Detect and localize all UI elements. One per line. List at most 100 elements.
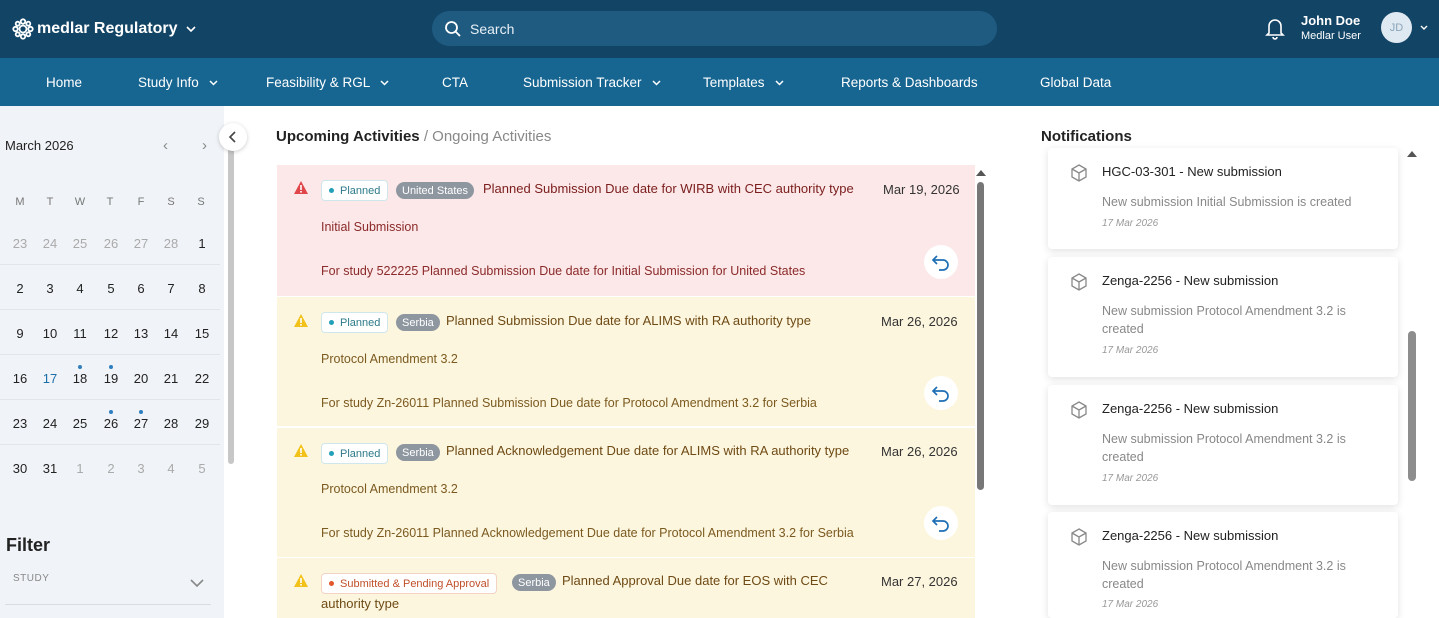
notification-card[interactable]: Zenga-2256 - New submission New submissi…	[1048, 512, 1398, 618]
calendar-day[interactable]: 8	[190, 281, 214, 296]
nav-study-info[interactable]: Study Info	[138, 58, 219, 106]
alert-red-icon	[294, 181, 308, 194]
calendar-day[interactable]: 29	[190, 416, 214, 431]
calendar-next-icon[interactable]: ›	[202, 137, 216, 154]
calendar-day[interactable]: 25	[68, 236, 92, 251]
activity-card[interactable]: Planned United States Planned Submission…	[277, 165, 975, 296]
calendar-day[interactable]: 17	[38, 371, 62, 386]
notification-card[interactable]: Zenga-2256 - New submission New submissi…	[1048, 385, 1398, 505]
calendar-day[interactable]: 26	[99, 236, 123, 251]
calendar-day[interactable]: 23	[8, 236, 32, 251]
notifications-title: Notifications	[1041, 128, 1132, 145]
calendar-day[interactable]: 25	[68, 416, 92, 431]
nav-templates[interactable]: Templates	[703, 58, 785, 106]
calendar-day[interactable]: 9	[8, 326, 32, 341]
calendar-day[interactable]: 12	[99, 326, 123, 341]
activity-card[interactable]: Planned Serbia Planned Submission Due da…	[277, 297, 975, 426]
undo-button[interactable]	[924, 245, 958, 279]
chevron-down-icon[interactable]	[189, 578, 205, 588]
calendar-day[interactable]: 1	[190, 236, 214, 251]
notification-card[interactable]: HGC-03-301 - New submission New submissi…	[1048, 148, 1398, 249]
calendar-day[interactable]: 4	[159, 461, 183, 476]
calendar-day[interactable]: 14	[159, 326, 183, 341]
alert-yellow-icon	[294, 444, 308, 457]
avatar[interactable]: JD	[1381, 12, 1412, 43]
country-badge: United States	[396, 182, 475, 199]
notification-bell-icon[interactable]	[1264, 16, 1286, 40]
calendar-day[interactable]: 31	[38, 461, 62, 476]
calendar-day[interactable]: 15	[190, 326, 214, 341]
collapse-sidebar-button[interactable]	[219, 123, 247, 151]
activity-date: Mar 26, 2026	[881, 314, 958, 329]
brand-menu[interactable]: medlar Regulatory	[12, 16, 197, 42]
nav-label: Global Data	[1040, 74, 1112, 90]
search-input[interactable]	[470, 20, 970, 37]
calendar-day[interactable]: 7	[159, 281, 183, 296]
activities-header: Upcoming Activities / Ongoing Activities	[276, 128, 551, 145]
calendar-day[interactable]: 1	[68, 461, 92, 476]
undo-button[interactable]	[924, 376, 958, 410]
user-info[interactable]: John Doe Medlar User	[1301, 13, 1361, 42]
calendar-day[interactable]: 10	[38, 326, 62, 341]
calendar-row-divider	[0, 444, 220, 445]
calendar-day[interactable]: 21	[159, 371, 183, 386]
chevron-down-icon[interactable]	[1419, 23, 1429, 33]
calendar-day[interactable]: 20	[129, 371, 153, 386]
activity-card[interactable]: Submitted & Pending Approval Serbia Plan…	[277, 558, 975, 618]
scroll-up-icon[interactable]	[976, 170, 986, 176]
calendar-day[interactable]: 23	[8, 416, 32, 431]
chevron-down-icon	[209, 79, 218, 86]
nav-cta[interactable]: CTA	[442, 58, 468, 106]
calendar-day[interactable]: 2	[99, 461, 123, 476]
notifications-scrollbar[interactable]	[1408, 331, 1416, 481]
activities-scrollbar[interactable]	[977, 182, 984, 490]
activity-title: Planned Acknowledgement Due date for ALI…	[446, 443, 850, 458]
calendar-day[interactable]: 13	[129, 326, 153, 341]
package-icon	[1071, 164, 1087, 182]
calendar-day[interactable]: 27	[129, 416, 153, 431]
scroll-up-icon[interactable]	[1407, 151, 1417, 157]
calendar-day[interactable]: 11	[68, 326, 92, 341]
notification-card[interactable]: Zenga-2256 - New submission New submissi…	[1048, 257, 1398, 377]
notification-desc: New submission Protocol Amendment 3.2 is…	[1102, 432, 1346, 464]
calendar-day[interactable]: 4	[68, 281, 92, 296]
event-indicator	[109, 365, 113, 369]
weekday-label: S	[167, 196, 175, 208]
sidebar-scrollbar[interactable]	[228, 126, 234, 464]
activity-detail: For study Zn-26011 Planned Acknowledgeme…	[321, 526, 854, 540]
activity-card[interactable]: Planned Serbia Planned Acknowledgement D…	[277, 428, 975, 557]
notification-title: Zenga-2256 - New submission	[1102, 273, 1279, 288]
calendar-day[interactable]: 26	[99, 416, 123, 431]
tab-ongoing-activities[interactable]: Ongoing Activities	[432, 128, 551, 145]
calendar-day[interactable]: 2	[8, 281, 32, 296]
calendar-day[interactable]: 18	[68, 371, 92, 386]
notification-date: 17 Mar 2026	[1102, 473, 1159, 484]
calendar-day[interactable]: 5	[190, 461, 214, 476]
calendar-day[interactable]: 28	[159, 416, 183, 431]
nav-label: Home	[46, 74, 83, 90]
country-badge: Serbia	[512, 574, 556, 591]
calendar-day[interactable]: 3	[129, 461, 153, 476]
nav-feasibility[interactable]: Feasibility & RGL	[266, 58, 390, 106]
calendar-day[interactable]: 16	[8, 371, 32, 386]
undo-button[interactable]	[924, 506, 958, 540]
calendar-prev-icon[interactable]: ‹	[163, 137, 177, 154]
tab-upcoming-activities[interactable]: Upcoming Activities	[276, 128, 420, 145]
calendar-day[interactable]: 19	[99, 371, 123, 386]
nav-submission-tracker[interactable]: Submission Tracker	[523, 58, 662, 106]
calendar-day[interactable]: 30	[8, 461, 32, 476]
calendar-day[interactable]: 22	[190, 371, 214, 386]
calendar-day[interactable]: 3	[38, 281, 62, 296]
nav-label: Submission Tracker	[523, 74, 642, 90]
calendar-day[interactable]: 6	[129, 281, 153, 296]
search-bar[interactable]	[432, 11, 997, 46]
nav-global-data[interactable]: Global Data	[1040, 58, 1111, 106]
calendar-day[interactable]: 28	[159, 236, 183, 251]
calendar-day[interactable]: 24	[38, 416, 62, 431]
nav-reports[interactable]: Reports & Dashboards	[841, 58, 978, 106]
calendar-day[interactable]: 24	[38, 236, 62, 251]
nav-home[interactable]: Home	[46, 58, 82, 106]
country-badge: Serbia	[396, 314, 440, 331]
calendar-day[interactable]: 5	[99, 281, 123, 296]
calendar-day[interactable]: 27	[129, 236, 153, 251]
